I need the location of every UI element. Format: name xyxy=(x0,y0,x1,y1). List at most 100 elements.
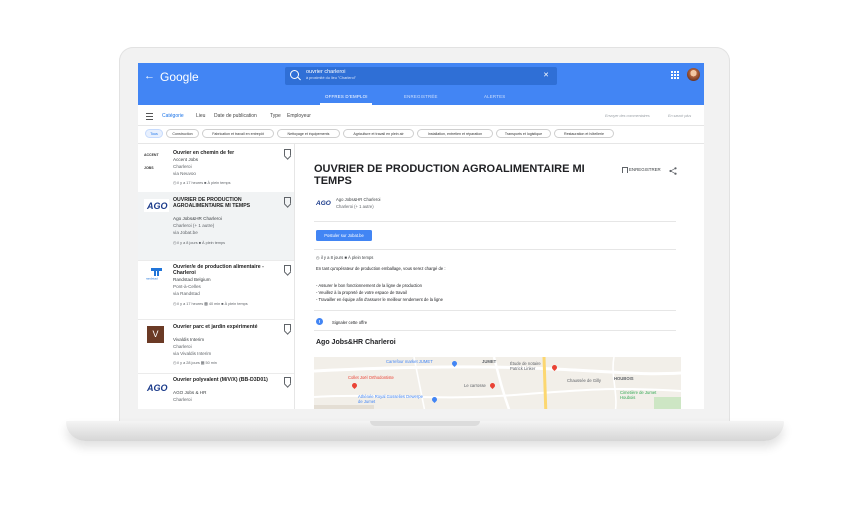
bookmark-icon[interactable] xyxy=(284,265,291,272)
filter-location[interactable]: Lieu xyxy=(196,113,205,119)
map-label: Carrefour market JUMET xyxy=(386,359,433,364)
employer-heading: Ago Jobs&HR Charleroi xyxy=(316,339,396,346)
filter-date-posted[interactable]: Date de publication xyxy=(214,113,257,119)
filter-type[interactable]: Type xyxy=(270,113,281,119)
map-label: Collet Joël Orthodontiste xyxy=(348,375,394,380)
divider xyxy=(314,221,676,222)
divider xyxy=(314,249,676,250)
google-logo[interactable]: Google xyxy=(160,70,199,84)
job-company: Ago Jobs&HR Charleroi xyxy=(173,216,222,221)
chip-hospitality[interactable]: Restauration et hôtellerie xyxy=(554,129,614,138)
job-card[interactable]: ACCENT JOBS Ouvrier en chemin de fer Acc… xyxy=(138,143,294,193)
svg-text:AGO: AGO xyxy=(315,200,331,207)
filter-category[interactable]: Catégorie xyxy=(162,113,184,119)
search-query[interactable]: ouvrier charleroi xyxy=(306,69,345,75)
map-label: Cimetière de Jumet Houbois xyxy=(620,390,657,400)
chip-agriculture[interactable]: Agriculture et travail en plein air xyxy=(343,129,414,138)
save-button[interactable]: ENREGISTRER xyxy=(629,167,661,172)
send-feedback-link[interactable]: Envoyer des commentaires xyxy=(605,114,650,118)
job-location: Charleroi xyxy=(173,164,192,169)
description-line: - Veuillez à la propreté de votre espace… xyxy=(316,290,407,295)
job-title[interactable]: Ouvrier parc et jardin expérimenté xyxy=(173,324,273,330)
search-box[interactable]: ouvrier charleroi à proximité du lieu "C… xyxy=(285,67,557,85)
detail-company: Ago Jobs&HR Charleroi xyxy=(336,197,381,202)
job-card-selected[interactable]: AGO OUVRIER DE PRODUCTION AGROALIMENTAIR… xyxy=(138,192,294,261)
job-source: via Vivaldis Interim xyxy=(173,351,212,356)
map-label: Le carrosse xyxy=(464,383,486,388)
company-logo: ACCENT JOBS xyxy=(144,153,159,170)
chip-cleaning[interactable]: Nettoyage et équipements xyxy=(277,129,340,138)
job-source: via Jobat.be xyxy=(173,230,198,235)
filter-employer[interactable]: Employeur xyxy=(287,113,311,119)
tab-bar: OFFRES D'EMPLOI ENREGISTRÉE ALERTES xyxy=(138,89,704,105)
tab-job-offers[interactable]: OFFRES D'EMPLOI xyxy=(325,94,368,99)
ago-logo-icon: AGO xyxy=(144,199,169,212)
laptop-notch xyxy=(370,421,480,426)
close-icon[interactable]: ✕ xyxy=(543,71,549,79)
apply-button[interactable]: Postuler sur Jobat.be xyxy=(316,230,372,241)
svg-text:randstad: randstad xyxy=(146,277,158,281)
divider xyxy=(314,310,676,311)
job-title[interactable]: Ouvrier/e de production alimentaire - Ch… xyxy=(173,264,273,276)
job-location: Charleroi xyxy=(173,344,192,349)
job-meta: ◷ il y a 28 jours ▩ 50 min xyxy=(173,361,217,365)
chip-installation[interactable]: Installation, entretien et réparation xyxy=(417,129,493,138)
tab-alerts[interactable]: ALERTES xyxy=(484,94,505,99)
filter-sliders-icon[interactable] xyxy=(146,113,153,120)
job-company: Accent Jobs xyxy=(173,157,199,162)
description-line: - Assurer le bon fonctionnement de la li… xyxy=(316,283,422,288)
bookmark-icon[interactable] xyxy=(284,377,291,384)
job-card[interactable]: V Ouvrier parc et jardin expérimenté Viv… xyxy=(138,319,294,374)
chip-all[interactable]: Tous xyxy=(145,129,163,138)
vivaldis-logo: V xyxy=(147,326,164,343)
detail-title: OUVRIER DE PRODUCTION AGROALIMENTAIRE MI… xyxy=(314,163,585,187)
job-card[interactable]: AGO Ouvrier polyvalent (M/V/X) (BB-D3D01… xyxy=(138,373,294,409)
header-bar: ← Google ouvrier charleroi à proximité d… xyxy=(138,63,704,105)
search-location-hint: à proximité du lieu "Charleroi" xyxy=(306,76,356,80)
ago-logo-icon: AGO xyxy=(146,383,168,393)
chip-construction[interactable]: Construction xyxy=(166,129,199,138)
map-label: JUMET xyxy=(482,359,497,364)
job-meta: ◷ il y a 8 jours ■ À plein temps xyxy=(173,241,226,245)
job-card[interactable]: randstad Ouvrier/e de production aliment… xyxy=(138,260,294,320)
map-label: Athénée Royal Gosselies Dewerpe de Jumet xyxy=(358,394,423,404)
bookmark-icon[interactable] xyxy=(284,149,291,156)
job-meta: ◷ il y a 17 heures ■ À plein temps xyxy=(173,181,231,185)
job-title[interactable]: OUVRIER DE PRODUCTION AGROALIMENTAIRE MI… xyxy=(173,197,273,209)
map-label: Étude de notaire Patrick Linker xyxy=(510,361,541,371)
job-source: via Neuvoo xyxy=(173,171,196,176)
tab-saved[interactable]: ENREGISTRÉE xyxy=(404,94,438,99)
save-bookmark-icon[interactable] xyxy=(622,167,628,173)
job-meta: ◷ il y a 17 heures ▩ 40 min ■ À plein te… xyxy=(173,302,248,306)
map-label: Chaussée de Gilly xyxy=(567,378,601,383)
bookmark-icon[interactable] xyxy=(284,197,291,204)
category-chips: Tous Construction Fabrication et travail… xyxy=(138,126,704,144)
back-arrow-icon[interactable]: ← xyxy=(144,70,155,82)
job-company: Vivaldis Interim xyxy=(173,337,205,342)
svg-text:AGO: AGO xyxy=(146,201,168,211)
randstad-logo-icon: randstad xyxy=(146,268,162,281)
description-line: - Travailler en équipe afin d'assurer le… xyxy=(316,297,443,302)
laptop-screen: ← Google ouvrier charleroi à proximité d… xyxy=(138,63,704,409)
job-company: AGO Jobs & HR xyxy=(173,390,207,395)
divider xyxy=(314,330,676,331)
job-location: Charleroi xyxy=(173,397,192,402)
avatar[interactable] xyxy=(687,68,700,81)
location-map[interactable]: Carrefour market JUMET JUMET Étude de no… xyxy=(314,357,681,409)
search-icon xyxy=(290,70,299,79)
share-icon[interactable] xyxy=(669,167,677,175)
apps-grid-icon[interactable] xyxy=(671,71,679,79)
filter-bar: Catégorie Lieu Date de publication Type … xyxy=(138,105,704,126)
job-source: via Randstad xyxy=(173,291,200,296)
job-title[interactable]: Ouvrier polyvalent (M/V/X) (BB-D3D01) xyxy=(173,377,273,383)
detail-location: Charleroi (+ 1 autre) xyxy=(336,204,374,209)
chip-transport[interactable]: Transports et logistique xyxy=(496,129,551,138)
learn-more-link[interactable]: En savoir plus xyxy=(668,114,691,118)
job-location: Charleroi (+ 1 autre) xyxy=(173,223,215,228)
bookmark-icon[interactable] xyxy=(284,324,291,331)
job-title[interactable]: Ouvrier en chemin de fer xyxy=(173,150,273,156)
report-offer-link[interactable]: Signaler cette offre xyxy=(332,320,367,325)
chip-manufacturing[interactable]: Fabrication et travail en entrepôt xyxy=(202,129,274,138)
detail-meta: ◷ il y a 8 jours ■ À plein temps xyxy=(316,255,374,260)
ago-logo-icon: AGO xyxy=(315,200,331,207)
